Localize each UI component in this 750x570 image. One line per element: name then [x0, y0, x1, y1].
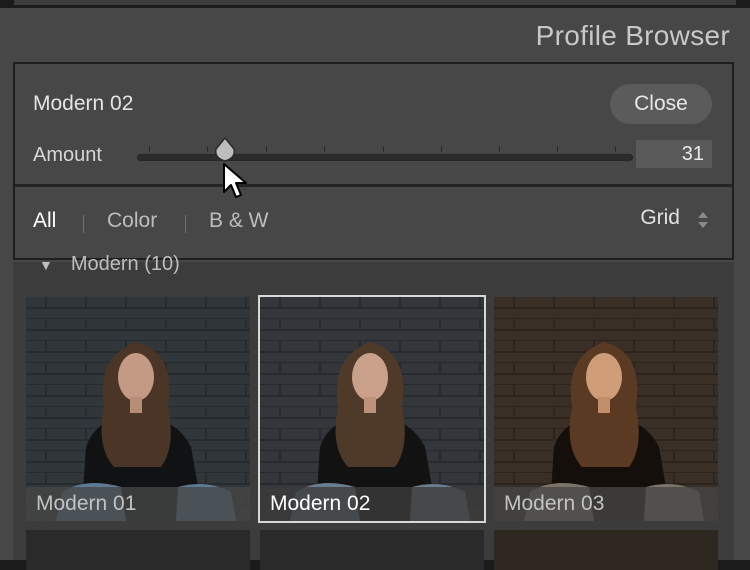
panel-title: Profile Browser [535, 20, 730, 51]
slider-tick [149, 146, 150, 152]
view-mode-label[interactable]: Grid [640, 206, 680, 230]
profile-thumbnail-partial[interactable] [494, 530, 718, 570]
profile-thumbnail-partial[interactable] [260, 530, 484, 570]
amount-value-field[interactable]: 31 [636, 140, 712, 168]
group-header-modern[interactable]: ▼ Modern (10) [39, 253, 180, 276]
amount-slider[interactable] [137, 136, 633, 176]
profile-thumbnail-modern-03[interactable]: Modern 03 [494, 297, 718, 521]
group-label: Modern (10) [70, 253, 180, 275]
profile-grid: ▼ Modern (10) Modern 01 Modern 02 Modern… [13, 253, 734, 570]
slider-tick [557, 146, 558, 152]
slider-tick [499, 146, 500, 152]
tab-all[interactable]: All [33, 209, 56, 233]
tab-bw[interactable]: B & W [209, 209, 269, 233]
profile-thumbnail-modern-01[interactable]: Modern 01 [26, 297, 250, 521]
amount-label: Amount [33, 144, 102, 166]
tab-color[interactable]: Color [107, 209, 157, 233]
up-down-arrows-icon[interactable] [696, 210, 710, 230]
close-button[interactable]: Close [610, 84, 712, 124]
tab-separator [83, 215, 84, 233]
slider-tick [207, 146, 208, 152]
profile-browser-window: Profile Browser Modern 02 Close Amount 3… [0, 0, 750, 570]
slider-tick [324, 146, 325, 152]
disclosure-triangle-icon[interactable]: ▼ [39, 257, 53, 273]
profile-thumbnail-partial[interactable] [26, 530, 250, 570]
arrow-cursor-icon [223, 163, 247, 198]
slider-tick [615, 146, 616, 152]
slider-tick [383, 146, 384, 152]
slider-tick [266, 146, 267, 152]
profile-controls-box: Modern 02 Close Amount 31 All Color B & [13, 62, 734, 260]
top-strip [14, 0, 736, 5]
thumbnail-label: Modern 03 [494, 487, 718, 521]
tab-separator [185, 215, 186, 233]
slider-tick [441, 146, 442, 152]
thumbnail-label: Modern 01 [26, 487, 250, 521]
divider [15, 184, 732, 187]
current-profile-name: Modern 02 [33, 92, 134, 115]
thumbnail-label: Modern 02 [260, 487, 484, 521]
profile-thumbnail-modern-02[interactable]: Modern 02 [258, 295, 486, 523]
